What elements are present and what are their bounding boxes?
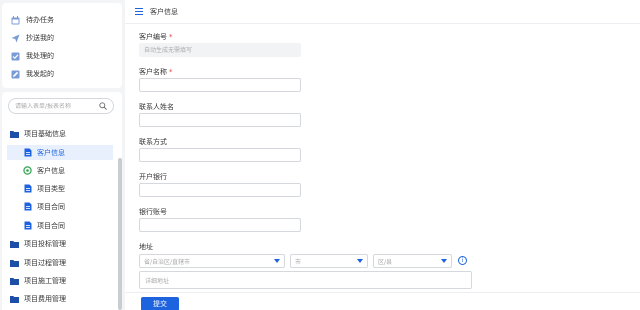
sidebar: 待办任务 抄送我的 我处理的 我发起的 请输入表单/报表名称 项目基础信息 客户…	[0, 0, 125, 310]
form-tree-panel: 项目基础信息 客户信息 客户信息 项目类型 项目合同 项目合同 项目投标管理	[2, 92, 122, 310]
tree-folder-construction[interactable]: 项目施工管理	[10, 273, 118, 288]
customer-name-label: 客户名称 *	[139, 68, 173, 76]
form-icon	[23, 148, 32, 157]
quick-link-handled[interactable]: 我处理的	[11, 49, 54, 63]
tree-item-label: 客户信息	[37, 148, 65, 157]
menu-icon[interactable]	[135, 8, 143, 15]
search-icon[interactable]	[99, 102, 107, 110]
task-icon	[11, 52, 20, 61]
district-placeholder: 区/县	[378, 258, 393, 266]
bank-field[interactable]	[139, 183, 301, 197]
quick-link-label: 待办任务	[26, 16, 54, 24]
required-mark: *	[169, 68, 173, 76]
city-placeholder: 市	[295, 258, 302, 266]
tree-folder-basic-info[interactable]: 项目基础信息	[10, 126, 118, 141]
contact-name-field[interactable]	[139, 113, 301, 127]
chevron-down-icon	[274, 259, 280, 263]
quick-link-cc[interactable]: 抄送我的	[11, 31, 54, 45]
account-field[interactable]	[139, 218, 301, 232]
contact-field[interactable]	[139, 148, 301, 162]
report-icon	[23, 166, 32, 175]
folder-icon	[10, 276, 19, 285]
tree-item-customer-info-form[interactable]: 客户信息	[7, 145, 113, 160]
folder-icon	[10, 258, 19, 267]
quick-link-todo[interactable]: 待办任务	[11, 13, 54, 27]
tree-item-label: 项目基础信息	[24, 129, 66, 138]
quick-link-label: 我发起的	[26, 70, 54, 78]
form-icon	[23, 221, 32, 230]
sidebar-scrollbar[interactable]	[118, 158, 122, 310]
chevron-down-icon	[357, 259, 363, 263]
address-detail-field[interactable]: 详细地址	[139, 271, 472, 289]
main-content: 客户信息 客户编号* 客户名称* 联系人姓名 联系方式 开户银行 银行账号 地址…	[125, 0, 640, 310]
send-icon	[11, 34, 20, 43]
quick-link-label: 抄送我的	[26, 34, 54, 42]
customer-no-label: 客户编号 *	[139, 33, 173, 41]
tree-item-customer-info-report[interactable]: 客户信息	[7, 163, 113, 178]
folder-icon	[10, 129, 19, 138]
form-icon	[23, 202, 32, 211]
quick-links-card: 待办任务 抄送我的 我处理的 我发起的	[2, 3, 122, 88]
tree-item-project-contract-form[interactable]: 项目合同	[7, 199, 113, 214]
tree-folder-bidding[interactable]: 项目投标管理	[10, 236, 118, 251]
province-placeholder: 省/自治区/直辖市	[144, 258, 191, 266]
customer-no-field	[139, 43, 301, 57]
city-select[interactable]: 市	[290, 254, 368, 268]
account-label: 银行账号	[139, 208, 167, 216]
header-bar: 客户信息	[125, 0, 640, 24]
folder-icon	[10, 239, 19, 248]
tree-item-label: 项目类型	[37, 184, 65, 193]
tree-item-label: 项目费用管理	[24, 294, 66, 303]
province-select[interactable]: 省/自治区/直辖市	[139, 254, 285, 268]
bank-label: 开户银行	[139, 173, 167, 181]
tree-search-input[interactable]	[15, 102, 99, 110]
tree-search[interactable]	[8, 98, 114, 114]
tree-item-label: 客户信息	[37, 166, 65, 175]
tree-item-label: 项目投标管理	[24, 239, 66, 248]
tree-item-label: 项目合同	[37, 202, 65, 211]
calendar-icon	[11, 15, 20, 25]
form-footer	[125, 292, 640, 310]
tree-folder-expense[interactable]: 项目费用管理	[10, 291, 118, 306]
tree-item-label: 项目施工管理	[24, 276, 66, 285]
page-title: 客户信息	[150, 7, 178, 16]
tree-folder-process[interactable]: 项目过程管理	[10, 255, 118, 270]
contact-label: 联系方式	[139, 138, 167, 146]
address-detail-placeholder: 详细地址	[145, 278, 170, 285]
folder-icon	[10, 294, 19, 303]
address-label: 地址	[139, 243, 153, 251]
required-mark: *	[169, 33, 173, 41]
form-icon	[23, 184, 32, 193]
edit-icon	[11, 70, 20, 79]
tree-item-project-type[interactable]: 项目类型	[7, 181, 113, 196]
tree-item-label: 项目过程管理	[24, 258, 66, 267]
quick-link-label: 我处理的	[26, 52, 54, 60]
tree-item-label: 项目合同	[37, 221, 65, 230]
chevron-down-icon	[441, 259, 447, 263]
quick-link-initiated[interactable]: 我发起的	[11, 67, 54, 81]
submit-button[interactable]: 提交	[141, 297, 179, 310]
customer-name-field[interactable]	[139, 78, 301, 92]
district-select[interactable]: 区/县	[373, 254, 452, 268]
contact-name-label: 联系人姓名	[139, 103, 174, 111]
location-info-icon[interactable]: i	[458, 256, 467, 265]
tree-item-project-contract-report[interactable]: 项目合同	[7, 218, 113, 233]
